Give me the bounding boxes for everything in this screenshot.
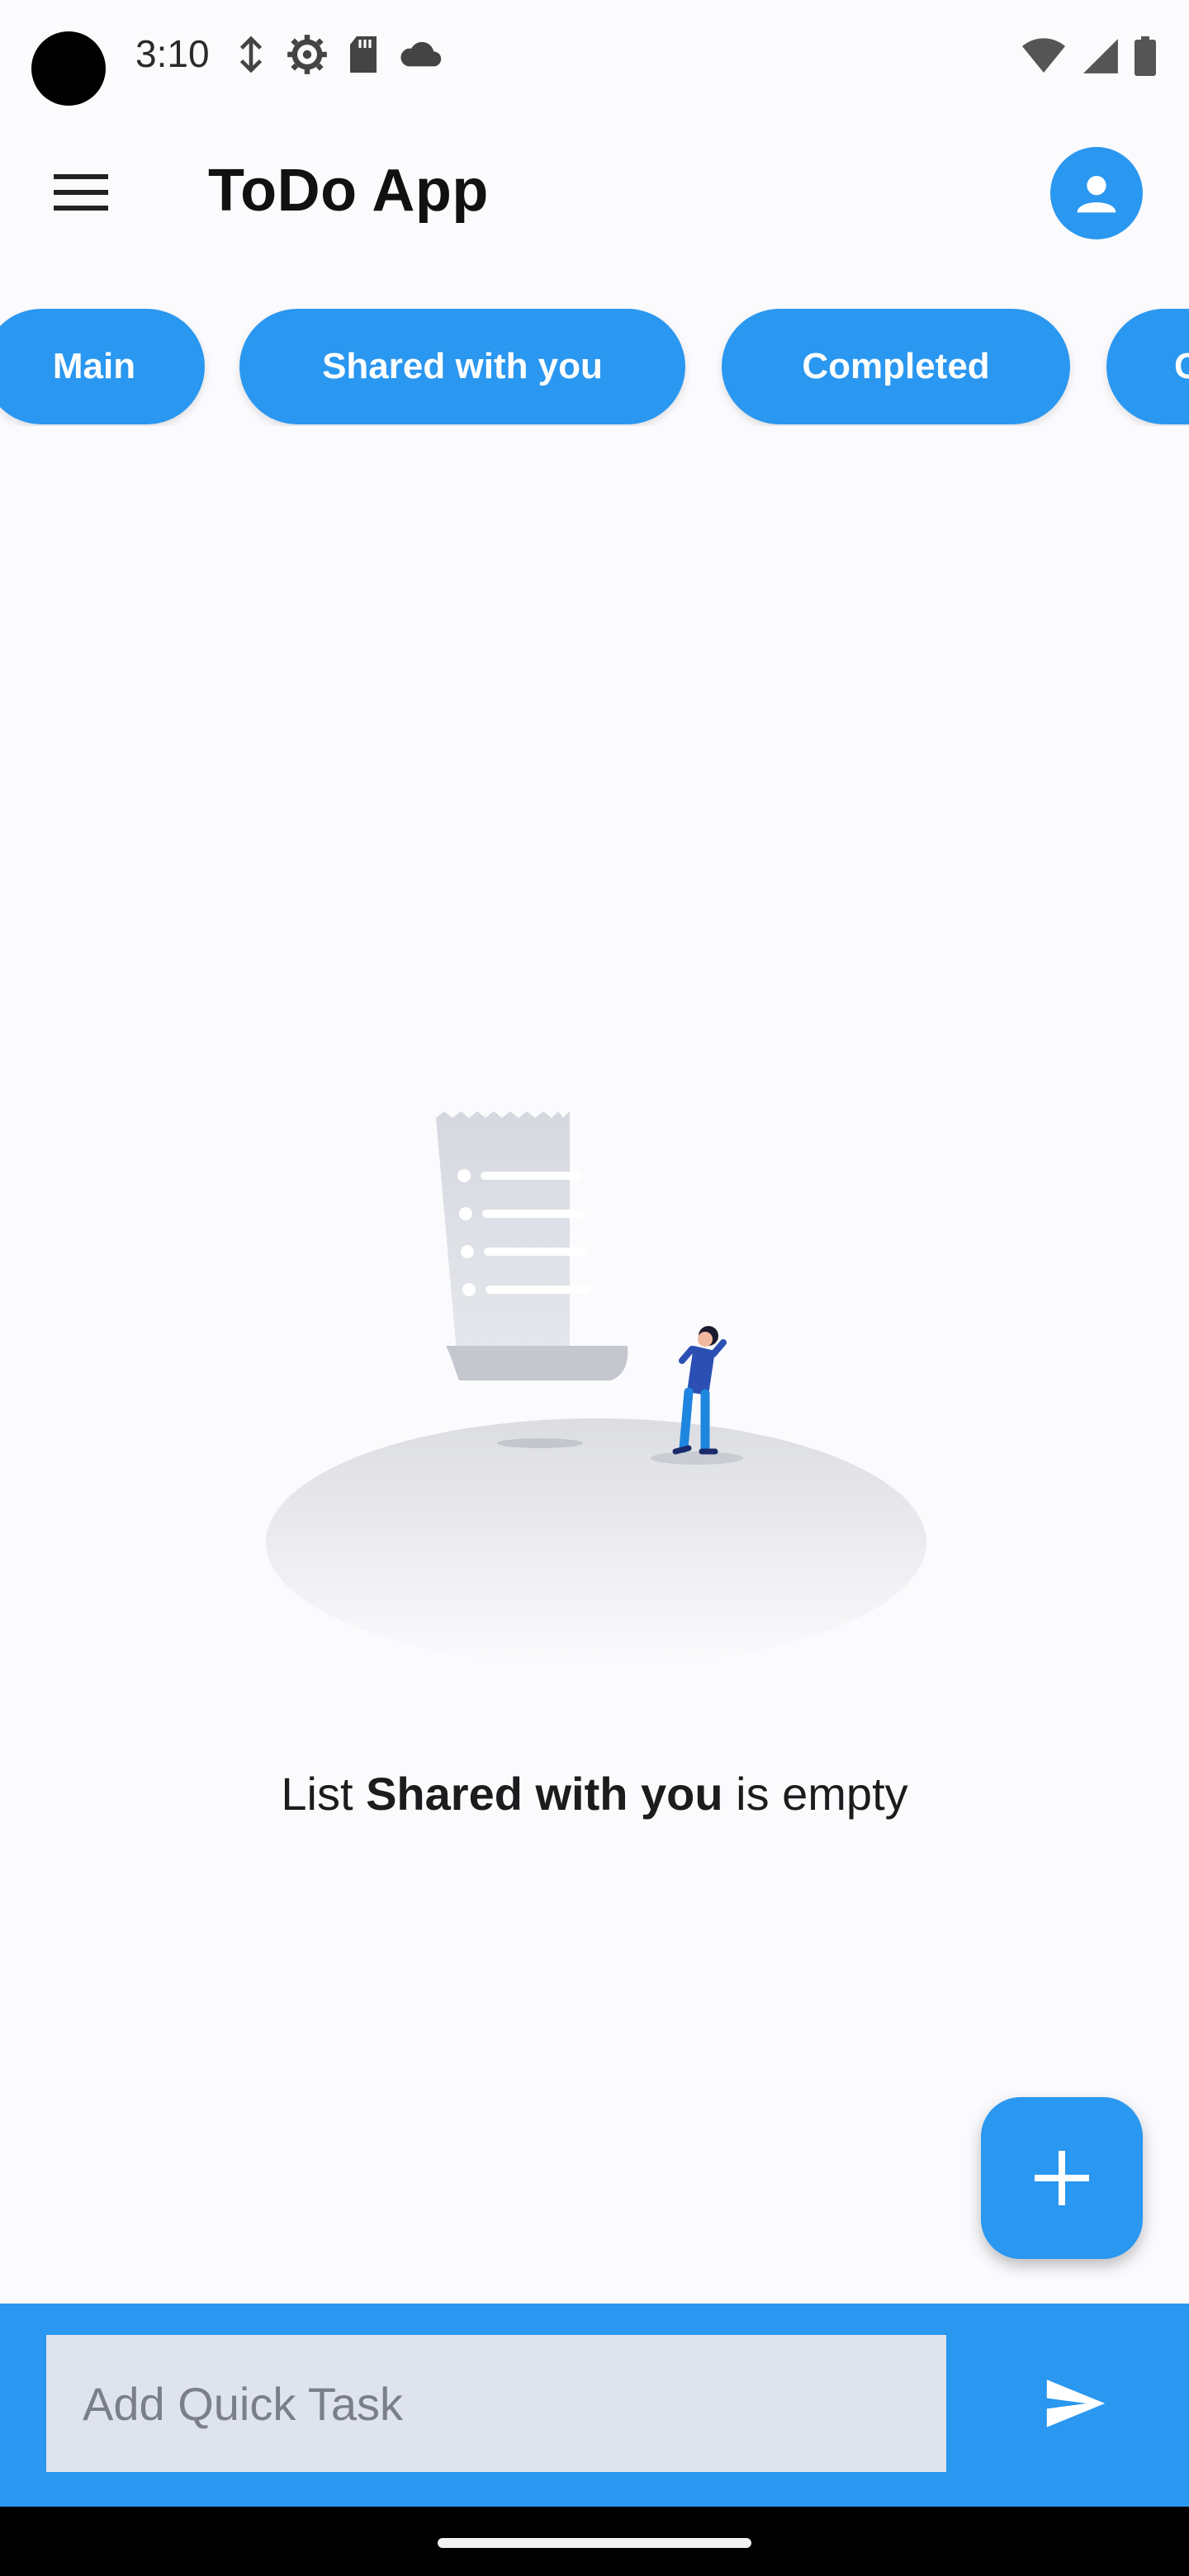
tab-shared-with-you[interactable]: Shared with you [239, 309, 685, 424]
quick-task-bar [0, 2304, 1189, 2507]
add-task-fab[interactable] [981, 2097, 1143, 2259]
tab-completed[interactable]: Completed [722, 309, 1070, 424]
empty-message-prefix: List [281, 1768, 353, 1820]
tab-main[interactable]: Main [0, 309, 205, 424]
system-nav-bar [0, 2507, 1189, 2576]
settings-gear-icon [287, 35, 327, 74]
tab-label: Shared with you [322, 346, 603, 386]
account-button[interactable] [1050, 147, 1143, 239]
sd-card-icon [350, 36, 377, 73]
quick-task-input[interactable] [46, 2335, 946, 2472]
empty-message-suffix: is empty [736, 1768, 908, 1820]
tab-label: Main [52, 346, 136, 386]
send-button[interactable] [1030, 2358, 1121, 2449]
wifi-icon [1022, 38, 1065, 73]
list-tabs: Main Shared with you Completed C [0, 309, 1189, 426]
menu-icon [54, 174, 108, 211]
app-bar: ToDo App [0, 124, 1189, 264]
send-icon [1046, 2379, 1106, 2427]
tab-partial[interactable]: C [1106, 309, 1189, 424]
cloud-icon [400, 41, 442, 67]
app-title: ToDo App [208, 158, 489, 224]
empty-message-list-name: Shared with you [366, 1768, 723, 1820]
data-saver-icon [239, 36, 263, 73]
add-icon [1035, 2151, 1089, 2205]
tab-label: C [1174, 346, 1189, 386]
empty-list-illustration [266, 1111, 926, 1666]
camera-cutout [31, 31, 106, 106]
signal-icon [1083, 39, 1118, 73]
tab-label: Completed [802, 346, 990, 386]
battery-icon [1135, 36, 1156, 76]
status-left-icons [234, 33, 443, 76]
status-bar: 3:10 [0, 0, 1189, 116]
account-icon [1077, 176, 1116, 213]
home-gesture-handle[interactable] [438, 2538, 751, 2548]
status-right-icons [1021, 36, 1156, 76]
status-time: 3:10 [135, 32, 210, 75]
empty-list-message: List Shared with you is empty [0, 1767, 1189, 1821]
menu-button[interactable] [43, 163, 119, 221]
